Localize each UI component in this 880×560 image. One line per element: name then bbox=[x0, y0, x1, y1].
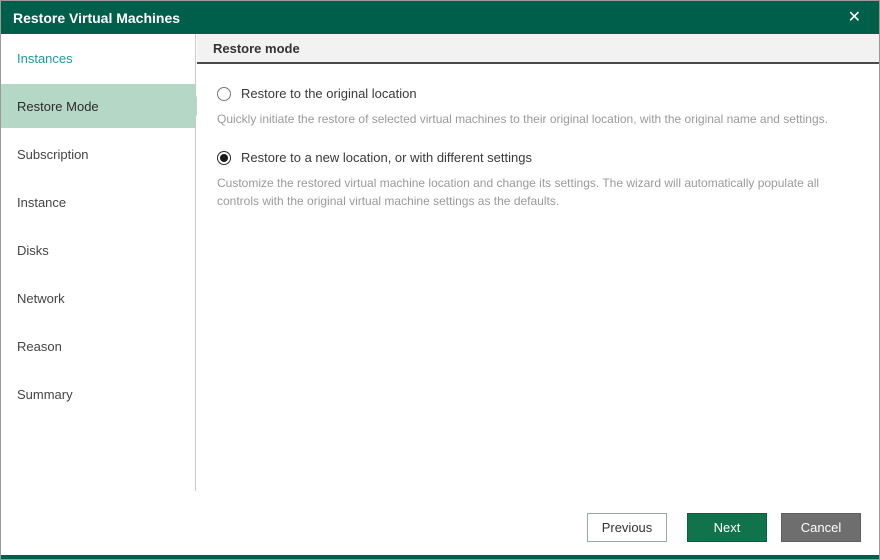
sidebar-item-subscription[interactable]: Subscription bbox=[1, 130, 195, 178]
page-title: Restore mode bbox=[197, 34, 879, 64]
wizard-steps-sidebar: Instances Restore Mode Subscription Inst… bbox=[1, 34, 207, 491]
radio-button-icon[interactable] bbox=[217, 150, 231, 165]
sidebar-item-disks[interactable]: Disks bbox=[1, 226, 195, 274]
window-title: Restore Virtual Machines bbox=[13, 9, 181, 26]
restore-mode-options: Restore to the original location Quickly… bbox=[197, 64, 879, 210]
sidebar-item-label: Subscription bbox=[17, 146, 89, 162]
close-icon[interactable]: ✕ bbox=[842, 8, 867, 28]
option-label: Restore to a new location, or with diffe… bbox=[241, 150, 532, 166]
sidebar-item-label: Instance bbox=[17, 194, 67, 210]
sidebar-item-network[interactable]: Network bbox=[1, 274, 195, 322]
wizard-content-pane: Restore mode Restore to the original loc… bbox=[197, 34, 879, 491]
option-description: Quickly initiate the restore of selected… bbox=[217, 112, 828, 126]
option-description: Customize the restored virtual machine l… bbox=[217, 176, 820, 208]
option-original-location: Restore to the original location Quickly… bbox=[217, 86, 861, 128]
cancel-button[interactable]: Cancel bbox=[781, 513, 861, 542]
restore-wizard-window: Restore Virtual Machines ✕ Instances Res… bbox=[0, 0, 880, 560]
sidebar-item-instances[interactable]: Instances bbox=[1, 34, 195, 82]
next-button[interactable]: Next bbox=[687, 513, 767, 542]
sidebar-item-summary[interactable]: Summary bbox=[1, 370, 195, 418]
sidebar-item-label: Summary bbox=[17, 386, 73, 402]
title-bar: Restore Virtual Machines ✕ bbox=[1, 1, 879, 34]
sidebar-item-restore-mode[interactable]: Restore Mode bbox=[1, 84, 207, 128]
previous-button[interactable]: Previous bbox=[587, 513, 667, 542]
sidebar-item-instance[interactable]: Instance bbox=[1, 178, 195, 226]
sidebar-item-label: Restore Mode bbox=[17, 98, 99, 114]
sidebar-item-label: Network bbox=[17, 290, 65, 306]
sidebar-item-label: Instances bbox=[17, 50, 73, 66]
sidebar-item-reason[interactable]: Reason bbox=[1, 322, 195, 370]
radio-button-icon[interactable] bbox=[217, 86, 231, 101]
footer-buttons: Previous Next Cancel bbox=[587, 513, 861, 542]
radio-new-location[interactable]: Restore to a new location, or with diffe… bbox=[217, 150, 861, 165]
option-new-location: Restore to a new location, or with diffe… bbox=[217, 150, 861, 210]
option-label: Restore to the original location bbox=[241, 86, 417, 101]
radio-original-location[interactable]: Restore to the original location bbox=[217, 86, 861, 101]
sidebar-item-label: Disks bbox=[17, 242, 49, 258]
window-bottom-accent bbox=[1, 555, 879, 559]
sidebar-item-label: Reason bbox=[17, 338, 62, 354]
wizard-footer: Previous Next Cancel bbox=[1, 491, 879, 557]
